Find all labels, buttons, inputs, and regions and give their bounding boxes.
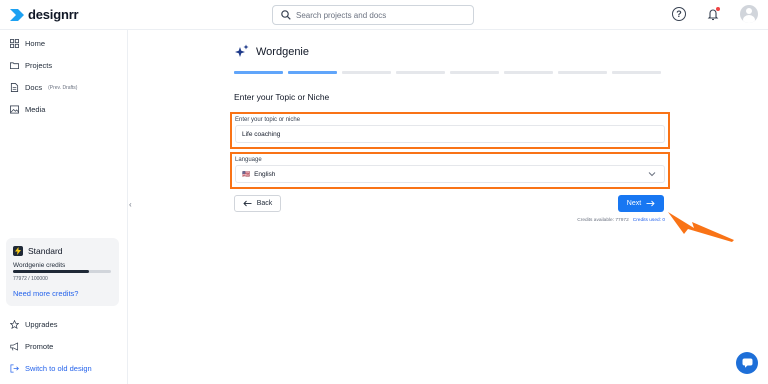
sidebar-item-sublabel: (Prev. Drafts) (48, 84, 78, 91)
sidebar-item-label: Home (25, 39, 46, 48)
language-value: English (254, 170, 276, 178)
plan-title: Standard (13, 246, 63, 256)
next-button-label: Next (626, 200, 642, 207)
credits-progress-bar (13, 270, 111, 273)
switch-old-design-link[interactable]: Switch to old design (10, 364, 92, 373)
folder-icon (10, 62, 19, 70)
sparkle-icon (235, 44, 249, 57)
top-bar: designrr Search projects and docs ? (0, 0, 768, 30)
star-icon (10, 320, 19, 329)
sidebar: Home Projects Docs (Prev. Drafts) Media … (0, 30, 128, 384)
credits-label: Wordgenie credits (13, 262, 66, 269)
sidebar-item-projects[interactable]: Projects (10, 61, 52, 70)
credits-info: Credits available: 77972 Credits used: 0 (548, 218, 665, 223)
bolt-icon (13, 246, 23, 256)
grid-icon (10, 39, 19, 48)
sidebar-item-promote[interactable]: Promote (10, 342, 53, 351)
progress-step (450, 71, 499, 74)
sidebar-item-label: Docs (25, 83, 43, 92)
sidebar-item-media[interactable]: Media (10, 105, 45, 114)
credits-used: Credits used: 0 (632, 218, 665, 223)
language-select[interactable]: 🇺🇸 English (235, 165, 665, 183)
avatar[interactable] (740, 5, 758, 23)
collapse-sidebar-icon[interactable]: ‹ (129, 200, 132, 209)
logo[interactable]: designrr (10, 7, 79, 22)
search-input[interactable]: Search projects and docs (272, 5, 474, 25)
back-button-label: Back (256, 200, 273, 207)
arrow-right-icon (646, 200, 655, 207)
progress-step (558, 71, 607, 74)
topic-input[interactable]: Life coaching (235, 125, 665, 143)
sidebar-item-label: Media (25, 105, 46, 114)
page-title-text: Wordgenie (256, 45, 309, 58)
step-progress (234, 71, 661, 74)
language-label: Language (235, 157, 262, 163)
progress-step (288, 71, 337, 74)
progress-step (342, 71, 391, 74)
progress-step (504, 71, 553, 74)
logo-icon (10, 8, 24, 21)
sidebar-item-label: Upgrades (25, 320, 58, 329)
notification-bell-icon[interactable] (706, 7, 720, 21)
document-icon (10, 83, 19, 92)
notification-dot (716, 7, 720, 11)
topic-field-group: Enter your topic or niche Life coaching (230, 112, 670, 149)
image-icon (10, 105, 19, 114)
chevron-down-icon (648, 172, 656, 177)
page-title: Wordgenie (234, 44, 309, 59)
credits-progress-fill (13, 270, 90, 273)
language-field-group: Language 🇺🇸 English (230, 152, 670, 189)
sidebar-item-home[interactable]: Home (10, 39, 45, 48)
progress-step (234, 71, 283, 74)
sidebar-item-label: Switch to old design (25, 364, 92, 373)
chat-support-button[interactable] (736, 352, 758, 374)
sidebar-item-label: Projects (25, 61, 53, 70)
sidebar-item-upgrades[interactable]: Upgrades (10, 320, 58, 329)
annotation-arrow-icon (668, 212, 734, 242)
progress-step (396, 71, 445, 74)
help-icon[interactable]: ? (672, 7, 686, 21)
need-more-credits-link[interactable]: Need more credits? (13, 289, 78, 298)
logo-text: designrr (28, 7, 79, 22)
chat-icon (742, 358, 752, 368)
section-title: Enter your Topic or Niche (234, 92, 330, 102)
topic-label: Enter your topic or niche (235, 117, 301, 123)
sidebar-item-label: Promote (25, 342, 54, 351)
back-button[interactable]: Back (234, 195, 281, 212)
plan-name: Standard (28, 246, 63, 256)
progress-step (612, 71, 661, 74)
plan-card: Standard Wordgenie credits 77972 / 10000… (6, 238, 119, 306)
credits-count: 77972 / 100000 (13, 276, 48, 282)
credits-available: Credits available: 77972 (577, 218, 629, 223)
flag-icon: 🇺🇸 (242, 171, 251, 178)
sidebar-item-docs[interactable]: Docs (Prev. Drafts) (10, 83, 77, 92)
next-button[interactable]: Next (618, 195, 664, 212)
search-icon (281, 10, 291, 20)
switch-icon (10, 364, 19, 373)
megaphone-icon (10, 342, 19, 351)
arrow-left-icon (243, 200, 252, 207)
search-placeholder: Search projects and docs (296, 10, 387, 20)
